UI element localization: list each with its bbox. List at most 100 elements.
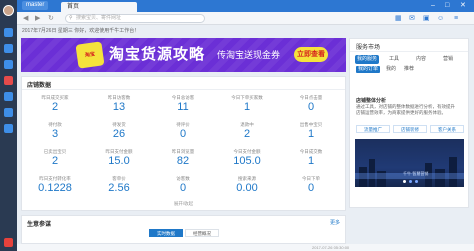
stat-value[interactable]: 0 [278, 182, 344, 195]
brand-label[interactable]: master [22, 1, 49, 10]
more-link[interactable]: 更多 [330, 219, 340, 226]
stat-item: 客单价 2.56 [86, 176, 152, 195]
stat-item: 昨日浏览量 82 [150, 149, 216, 168]
stat-value[interactable]: 0 [150, 128, 216, 141]
stat-value[interactable]: 2 [22, 101, 88, 114]
stat-item: 昨日支付转化率 0.1228 [22, 176, 88, 195]
business-advisor-panel: 生意参谋 更多 实时数据 经营概况 [21, 215, 346, 244]
avatar[interactable] [3, 5, 14, 16]
stat-item: 搜索来源 0.00 [214, 176, 280, 195]
stat-value[interactable]: 13 [86, 101, 152, 114]
stat-value[interactable]: 105.0 [214, 155, 280, 168]
shop-data-panel: 店铺数据 昨日成交买家 2 昨日访客数 13 今日总访客 11 今日下单买家数 1 今日… [21, 76, 346, 211]
menu-icon[interactable]: ≡ [454, 14, 458, 23]
image-caption: 千牛·智慧营销 [403, 171, 429, 176]
maximize-icon[interactable]: □ [445, 1, 449, 10]
back-icon[interactable]: ◀ [23, 14, 28, 23]
stat-value[interactable]: 15.0 [86, 155, 152, 168]
banner-badge: 淘宝 [75, 41, 105, 69]
service-market-title: 服务市场 [356, 45, 381, 51]
stat-item: 待付款 3 [22, 122, 88, 141]
business-advisor-title: 生意参谋 [27, 222, 52, 228]
message-icon[interactable] [4, 28, 13, 37]
stat-value[interactable]: 2 [214, 128, 280, 141]
stat-value[interactable]: 0.1228 [22, 182, 88, 195]
tab-tools[interactable]: 工具 [382, 55, 406, 64]
shop-data-title: 店铺数据 [27, 83, 52, 89]
tab-marketing[interactable]: 营销 [436, 55, 460, 64]
search-input[interactable]: ⚲ 搜索宝贝、寄件网址 [65, 14, 205, 23]
goods-icon[interactable] [4, 76, 13, 85]
order-icon[interactable] [4, 60, 13, 69]
tab-my-service[interactable]: 我的服务 [355, 55, 379, 64]
divider [22, 89, 345, 90]
refresh-icon[interactable]: ↻ [48, 14, 54, 23]
notice-icon[interactable]: ▣ [423, 14, 430, 23]
status-bar: 2017-07-26 05:30:00 [17, 244, 474, 251]
stat-value[interactable]: 0.00 [214, 182, 280, 195]
building-shape [449, 157, 457, 187]
stat-item: 今日点击量 0 [278, 95, 344, 114]
stat-item: 待评价 0 [150, 122, 216, 141]
minimize-icon[interactable]: – [431, 1, 435, 10]
calendar-icon[interactable]: ▦ [395, 14, 402, 23]
plugin-icon[interactable] [4, 124, 13, 133]
section-text: 通过工具，对店铺的整体数据进行分析，有效提升店铺运营效率，为商家提供更好的服务体… [356, 104, 455, 115]
title-bar: master 首页 – □ ✕ [17, 0, 474, 12]
stat-item: 昨日支付金额 15.0 [86, 149, 152, 168]
user-icon[interactable]: ☺ [437, 14, 444, 23]
status-time: 2017-07-26 05:30:00 [312, 245, 350, 250]
subtab-my-orders[interactable]: 我的订单 [356, 66, 381, 73]
stat-item: 今日下单 0 [278, 176, 344, 195]
data-icon[interactable] [4, 92, 13, 101]
stat-item: 昨日访客数 13 [86, 95, 152, 114]
carousel-dot[interactable] [403, 180, 406, 183]
tab-realtime[interactable]: 实时数据 [149, 229, 183, 237]
stat-value[interactable]: 82 [150, 155, 216, 168]
subtab-mine[interactable]: 我的 [384, 66, 398, 73]
tab-content[interactable]: 内容 [409, 55, 433, 64]
traffic-promo-button[interactable]: 流量推广 [356, 125, 390, 133]
promo-banner[interactable]: 淘宝 淘宝货源攻略 传淘宝送现金券 立即查看 [21, 38, 346, 72]
stat-value[interactable]: 0 [278, 101, 344, 114]
shop-icon[interactable] [4, 44, 13, 53]
stat-value[interactable]: 1 [278, 128, 344, 141]
stat-value[interactable]: 11 [150, 101, 216, 114]
search-icon: ⚲ [69, 15, 73, 21]
bottom-app-icon[interactable] [4, 238, 13, 247]
banner-subtitle: 传淘宝送现金券 [217, 50, 281, 60]
mail-icon[interactable]: ✉ [409, 14, 415, 23]
forward-icon[interactable]: ▶ [35, 14, 40, 23]
stat-item: 今日下单买家数 1 [214, 95, 280, 114]
stat-value[interactable]: 3 [22, 128, 88, 141]
address-bar: ◀ ▶ ↻ ⚲ 搜索宝贝、寄件网址 ▦ ✉ ▣ ☺ ≡ [17, 12, 474, 25]
stat-item: 今日成交数 1 [278, 149, 344, 168]
banner-cta-button[interactable]: 立即查看 [294, 47, 328, 62]
carousel-dot[interactable] [409, 180, 412, 183]
stat-item: 出售中宝贝 1 [278, 122, 344, 141]
stat-value[interactable]: 2.56 [86, 182, 152, 195]
greeting-text: 2017年7月26日 星期三 你好，欢迎使用千牛工作台！ [22, 28, 140, 34]
stat-value[interactable]: 0 [150, 182, 216, 195]
service-icon[interactable] [4, 108, 13, 117]
stat-item: 访客数 0 [150, 176, 216, 195]
carousel-dot[interactable] [415, 180, 418, 183]
stat-value[interactable]: 1 [278, 155, 344, 168]
service-market-panel: 服务市场 我的服务 工具 内容 营销 我的订单 我的 推荐 店铺整体分析 通过工… [349, 38, 469, 208]
tab-overview[interactable]: 经营概况 [185, 229, 219, 237]
subtab-recommend[interactable]: 推荐 [402, 66, 416, 73]
stat-value[interactable]: 2 [22, 155, 88, 168]
stat-item: 待发货 26 [86, 122, 152, 141]
stat-value[interactable]: 1 [214, 101, 280, 114]
close-icon[interactable]: ✕ [460, 1, 466, 10]
shop-decor-button[interactable]: 店铺装修 [393, 125, 427, 133]
collapse-toggle[interactable]: 展开/收起 [22, 201, 345, 207]
tab-home[interactable]: 首页 [61, 2, 137, 12]
stat-value[interactable]: 26 [86, 128, 152, 141]
left-sidebar [0, 0, 17, 251]
customer-relation-button[interactable]: 客户关系 [430, 125, 464, 133]
stat-item: 昨日成交买家 2 [22, 95, 88, 114]
stat-item: 今日总访客 11 [150, 95, 216, 114]
section-title: 店铺整体分析 [356, 98, 387, 104]
city-promo-image[interactable]: 千牛·智慧营销 [355, 139, 464, 187]
